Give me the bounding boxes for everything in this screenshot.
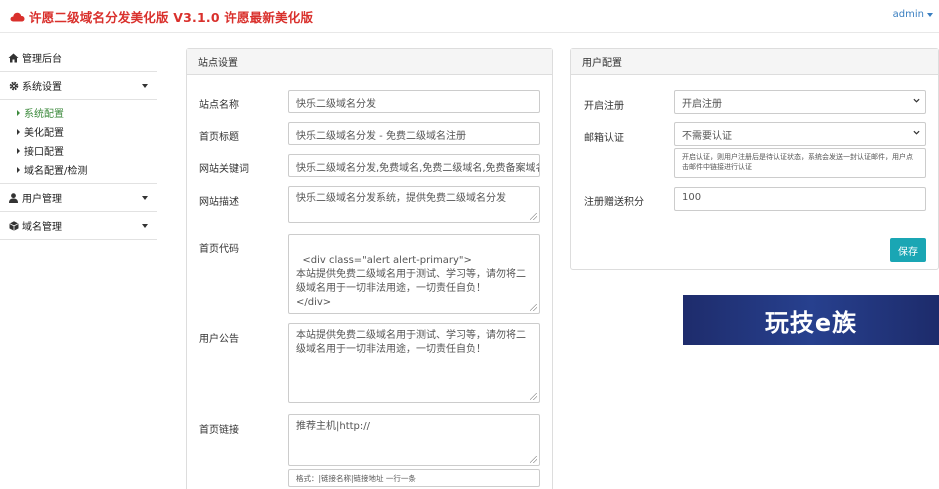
home-icon <box>8 52 19 63</box>
chevron-down-icon <box>142 84 148 88</box>
chevron-down-icon <box>913 98 920 103</box>
chevron-down-icon <box>927 12 933 17</box>
banner-text: 玩技e族 <box>764 308 858 337</box>
username: admin <box>892 9 924 20</box>
cloud-icon <box>10 12 25 21</box>
sidebar-subitem-label: 系统配置 <box>24 109 64 120</box>
app-title: 许愿二级域名分发美化版 V3.1.0 许愿最新美化版 <box>29 9 314 25</box>
register-label: 开启注册 <box>584 101 624 112</box>
email-verify-select-value: 不需要认证 <box>682 131 732 142</box>
description-textarea[interactable]: 快乐二级域名分发系统，提供免费二级域名分发 <box>288 186 540 223</box>
home-title-label: 首页标题 <box>199 132 239 143</box>
email-verify-select[interactable]: 不需要认证 <box>674 122 926 146</box>
description-text: 快乐二级域名分发系统，提供免费二级域名分发 <box>296 193 506 204</box>
sidebar-subitem-theme-config[interactable]: 美化配置 <box>0 122 157 141</box>
panel-title: 用户配置 <box>571 49 938 75</box>
home-links-label: 首页链接 <box>199 425 239 436</box>
sidebar-item-label: 系统设置 <box>22 82 62 93</box>
sidebar-item-label: 管理后台 <box>22 54 62 65</box>
resize-handle-icon[interactable] <box>530 456 537 463</box>
sidebar-subitem-label: 美化配置 <box>24 128 64 139</box>
home-code-text: <div class="alert alert-primary"> 本站提供免费… <box>296 255 526 308</box>
sidebar-subitem-domain-config[interactable]: 域名配置/检测 <box>0 160 157 179</box>
chevron-down-icon <box>142 196 148 200</box>
panel-title: 站点设置 <box>187 49 552 75</box>
caret-right-icon <box>17 128 20 135</box>
caret-right-icon <box>17 147 20 154</box>
register-select[interactable]: 开启注册 <box>674 90 926 114</box>
keywords-input[interactable]: 快乐二级域名分发,免费域名,免费二级域名,免费备案域名 <box>288 154 540 177</box>
sidebar-item-user-management[interactable]: 用户管理 <box>0 184 157 212</box>
brand[interactable]: 许愿二级域名分发美化版 V3.1.0 许愿最新美化版 <box>10 8 314 25</box>
watermark-banner: 玩技e族 <box>683 295 939 345</box>
home-links-textarea[interactable]: 推荐主机|http:// <box>288 414 540 466</box>
site-name-input[interactable]: 快乐二级域名分发 <box>288 90 540 113</box>
announcement-text: 本站提供免费二级域名用于测试、学习等，请勿将二级域名用于一切非法用途，一切责任自… <box>296 330 526 355</box>
home-title-input[interactable]: 快乐二级域名分发 - 免费二级域名注册 <box>288 122 540 145</box>
user-menu[interactable]: admin <box>893 9 933 20</box>
sidebar-item-label: 用户管理 <box>22 194 62 205</box>
sidebar-item-dashboard[interactable]: 管理后台 <box>0 44 157 72</box>
site-name-label: 站点名称 <box>199 100 239 111</box>
chevron-down-icon <box>142 224 148 228</box>
system-settings-submenu: 系统配置 美化配置 接口配置 域名配置/检测 <box>0 100 157 184</box>
sidebar-item-system-settings[interactable]: 系统设置 <box>0 72 157 100</box>
resize-handle-icon[interactable] <box>530 213 537 220</box>
sidebar-subitem-api-config[interactable]: 接口配置 <box>0 141 157 160</box>
home-links-text: 推荐主机|http:// <box>296 421 371 432</box>
email-verify-help: 开启认证，则用户注册后是待认证状态，系统会发送一封认证邮件，用户点击邮件中链接进… <box>674 148 926 178</box>
sidebar-item-label: 域名管理 <box>22 222 62 233</box>
chevron-down-icon <box>913 130 920 135</box>
caret-right-icon <box>17 166 20 173</box>
save-button[interactable]: 保存 <box>890 238 926 262</box>
sidebar-subitem-label: 接口配置 <box>24 147 64 158</box>
sidebar-subitem-label: 域名配置/检测 <box>24 166 88 177</box>
home-code-label: 首页代码 <box>199 244 239 255</box>
register-select-value: 开启注册 <box>682 99 722 110</box>
signup-points-label: 注册赠送积分 <box>584 197 644 208</box>
description-label: 网站描述 <box>199 197 239 208</box>
announcement-textarea[interactable]: 本站提供免费二级域名用于测试、学习等，请勿将二级域名用于一切非法用途，一切责任自… <box>288 323 540 403</box>
home-code-textarea[interactable]: <div class="alert alert-primary"> 本站提供免费… <box>288 234 540 314</box>
caret-right-icon <box>17 109 20 116</box>
signup-points-input[interactable]: 100 <box>674 187 926 211</box>
resize-handle-icon[interactable] <box>530 304 537 311</box>
announcement-label: 用户公告 <box>199 334 239 345</box>
top-bar: 许愿二级域名分发美化版 V3.1.0 许愿最新美化版 admin <box>0 0 939 33</box>
gear-icon <box>8 80 19 91</box>
user-icon <box>8 192 19 203</box>
keywords-label: 网站关键词 <box>199 164 249 175</box>
email-verify-label: 邮箱认证 <box>584 133 624 144</box>
resize-handle-icon[interactable] <box>530 393 537 400</box>
cube-icon <box>8 220 19 231</box>
sidebar-item-domain-management[interactable]: 域名管理 <box>0 212 157 240</box>
sidebar-subitem-system-config[interactable]: 系统配置 <box>0 103 157 122</box>
links-format-hint: 格式：|链接名称|链接地址 一行一条 <box>288 469 540 487</box>
sidebar: 管理后台 系统设置 系统配置 美化配置 接口配置 域名配置/检测 用户管理 域名… <box>0 44 157 240</box>
